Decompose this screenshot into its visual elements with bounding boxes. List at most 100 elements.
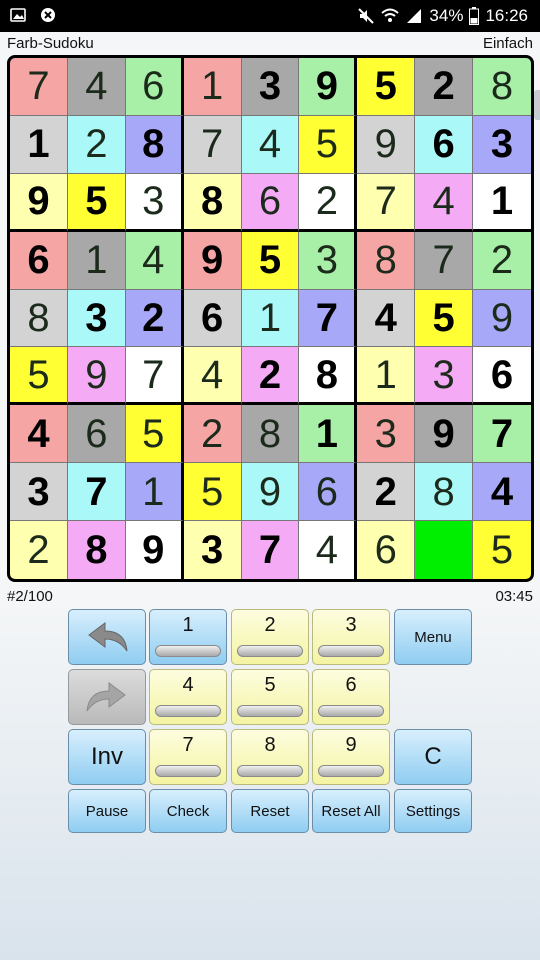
sudoku-cell[interactable]: 1 <box>241 289 300 348</box>
sudoku-cell[interactable]: 8 <box>299 347 358 406</box>
undo-button[interactable] <box>68 609 146 665</box>
sudoku-cell[interactable]: 6 <box>10 231 68 290</box>
number-button-9[interactable]: 9 <box>312 729 390 785</box>
sudoku-cell[interactable]: 4 <box>473 463 531 522</box>
sudoku-cell[interactable]: 2 <box>299 173 358 232</box>
sudoku-cell[interactable]: 2 <box>10 521 68 579</box>
sudoku-cell[interactable]: 6 <box>67 405 126 464</box>
sudoku-cell[interactable]: 8 <box>67 521 126 579</box>
sudoku-cell[interactable]: 9 <box>415 405 474 464</box>
sudoku-cell[interactable]: 3 <box>241 58 300 116</box>
number-button-3[interactable]: 3 <box>312 609 390 665</box>
sudoku-cell[interactable]: 7 <box>473 405 531 464</box>
sudoku-cell[interactable]: 9 <box>183 231 242 290</box>
sudoku-cell[interactable]: 5 <box>473 521 531 579</box>
sudoku-cell[interactable]: 5 <box>299 115 358 174</box>
reset-button[interactable]: Reset <box>231 789 309 833</box>
sudoku-cell[interactable]: 7 <box>10 58 68 116</box>
reset-all-button[interactable]: Reset All <box>312 789 390 833</box>
sudoku-cell[interactable]: 7 <box>241 521 300 579</box>
pause-button[interactable]: Pause <box>68 789 146 833</box>
sudoku-cell[interactable]: 1 <box>67 231 126 290</box>
sudoku-cell[interactable]: 2 <box>125 289 184 348</box>
sudoku-cell[interactable]: 7 <box>183 115 242 174</box>
sudoku-cell[interactable]: 4 <box>67 58 126 116</box>
sudoku-cell[interactable]: 3 <box>299 231 358 290</box>
sudoku-cell[interactable]: 8 <box>10 289 68 348</box>
sudoku-cell[interactable]: 3 <box>473 115 531 174</box>
number-button-6[interactable]: 6 <box>312 669 390 725</box>
sudoku-cell[interactable]: 6 <box>183 289 242 348</box>
sudoku-cell[interactable]: 7 <box>299 289 358 348</box>
sudoku-cell[interactable]: 5 <box>67 173 126 232</box>
sudoku-cell[interactable]: 6 <box>125 58 184 116</box>
number-button-2[interactable]: 2 <box>231 609 309 665</box>
sudoku-cell[interactable]: 6 <box>415 115 474 174</box>
menu-button[interactable]: Menu <box>394 609 472 665</box>
sudoku-cell[interactable]: 8 <box>473 58 531 116</box>
clear-button[interactable]: C <box>394 729 472 785</box>
sudoku-cell[interactable]: 7 <box>125 347 184 406</box>
sudoku-cell[interactable]: 3 <box>125 173 184 232</box>
sudoku-cell[interactable]: 3 <box>357 405 416 464</box>
inverse-button[interactable]: Inv <box>68 729 146 785</box>
sudoku-cell[interactable]: 1 <box>125 463 184 522</box>
sudoku-cell[interactable]: 6 <box>299 463 358 522</box>
sudoku-cell[interactable]: 9 <box>10 173 68 232</box>
sudoku-cell[interactable]: 9 <box>299 58 358 116</box>
sudoku-cell[interactable]: 8 <box>183 173 242 232</box>
sudoku-cell[interactable]: 8 <box>415 463 474 522</box>
number-button-1[interactable]: 1 <box>149 609 227 665</box>
sudoku-cell[interactable]: 9 <box>241 463 300 522</box>
number-button-8[interactable]: 8 <box>231 729 309 785</box>
number-button-7[interactable]: 7 <box>149 729 227 785</box>
sudoku-cell[interactable]: 5 <box>357 58 416 116</box>
sudoku-cell[interactable]: 2 <box>357 463 416 522</box>
sudoku-cell[interactable]: 3 <box>183 521 242 579</box>
sudoku-cell[interactable]: 4 <box>125 231 184 290</box>
settings-button[interactable]: Settings <box>394 789 472 833</box>
sudoku-cell[interactable]: 8 <box>357 231 416 290</box>
sudoku-cell[interactable]: 2 <box>241 347 300 406</box>
check-button[interactable]: Check <box>149 789 227 833</box>
sudoku-cell[interactable]: 9 <box>357 115 416 174</box>
sudoku-cell[interactable]: 8 <box>125 115 184 174</box>
sudoku-cell[interactable]: 3 <box>415 347 474 406</box>
sudoku-cell[interactable]: 2 <box>473 231 531 290</box>
sudoku-cell[interactable]: 5 <box>10 347 68 406</box>
sudoku-cell[interactable]: 1 <box>357 347 416 406</box>
sudoku-cell[interactable]: 3 <box>10 463 68 522</box>
number-button-5[interactable]: 5 <box>231 669 309 725</box>
sudoku-cell[interactable]: 2 <box>183 405 242 464</box>
sudoku-cell[interactable]: 6 <box>357 521 416 579</box>
sudoku-cell[interactable]: 1 <box>183 58 242 116</box>
sudoku-cell[interactable]: 8 <box>241 405 300 464</box>
sudoku-cell[interactable]: 4 <box>299 521 358 579</box>
sudoku-cell[interactable]: 3 <box>67 289 126 348</box>
sudoku-cell[interactable]: 7 <box>67 463 126 522</box>
sudoku-cell[interactable]: 1 <box>299 405 358 464</box>
sudoku-cell[interactable] <box>415 521 474 579</box>
sudoku-cell[interactable]: 7 <box>415 231 474 290</box>
sudoku-cell[interactable]: 5 <box>241 231 300 290</box>
redo-button[interactable] <box>68 669 146 725</box>
sudoku-cell[interactable]: 5 <box>183 463 242 522</box>
sudoku-cell[interactable]: 5 <box>125 405 184 464</box>
sudoku-cell[interactable]: 9 <box>473 289 531 348</box>
sudoku-cell[interactable]: 4 <box>183 347 242 406</box>
sudoku-cell[interactable]: 1 <box>10 115 68 174</box>
sudoku-cell[interactable]: 6 <box>473 347 531 406</box>
sudoku-cell[interactable]: 6 <box>241 173 300 232</box>
sudoku-cell[interactable]: 4 <box>241 115 300 174</box>
sudoku-cell[interactable]: 4 <box>415 173 474 232</box>
sudoku-cell[interactable]: 9 <box>125 521 184 579</box>
sudoku-cell[interactable]: 2 <box>67 115 126 174</box>
sudoku-cell[interactable]: 4 <box>357 289 416 348</box>
sudoku-cell[interactable]: 9 <box>67 347 126 406</box>
number-button-4[interactable]: 4 <box>149 669 227 725</box>
sudoku-cell[interactable]: 2 <box>415 58 474 116</box>
sudoku-cell[interactable]: 1 <box>473 173 531 232</box>
sudoku-cell[interactable]: 5 <box>415 289 474 348</box>
side-drawer-handle[interactable] <box>534 90 540 120</box>
sudoku-cell[interactable]: 4 <box>10 405 68 464</box>
